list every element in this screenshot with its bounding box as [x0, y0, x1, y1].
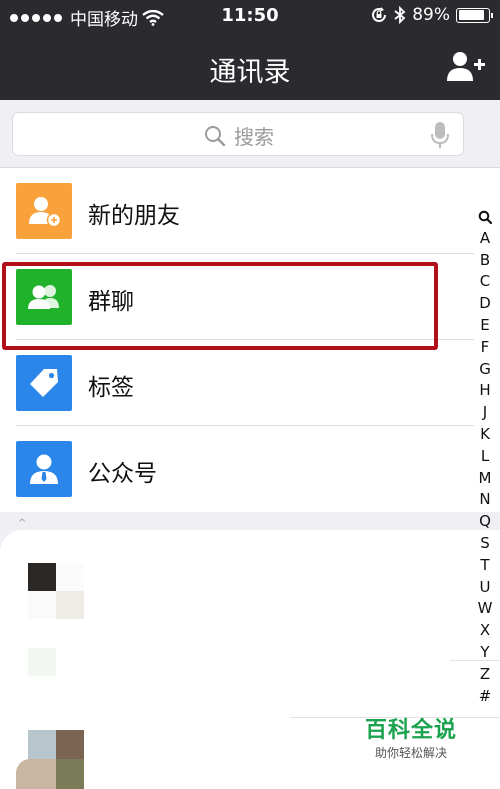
- index-letter[interactable]: Y: [474, 642, 496, 664]
- contact-avatar[interactable]: [28, 563, 84, 619]
- index-letter[interactable]: U: [474, 577, 496, 599]
- search-icon: [205, 125, 226, 146]
- official-account-icon: [16, 441, 72, 497]
- index-letter[interactable]: B: [474, 250, 496, 272]
- index-letter[interactable]: G: [474, 359, 496, 381]
- nav-bar: 通讯录: [0, 32, 500, 100]
- new-friends-icon: [16, 183, 72, 239]
- contact-avatar[interactable]: [28, 648, 56, 676]
- watermark-subtitle: 助你轻松解决: [374, 746, 447, 760]
- index-letter[interactable]: A: [474, 228, 496, 250]
- index-letter[interactable]: #: [474, 686, 496, 708]
- tag-icon: [16, 355, 72, 411]
- index-letter[interactable]: M: [474, 468, 496, 490]
- index-letter[interactable]: Z: [474, 664, 496, 686]
- index-letter[interactable]: K: [474, 424, 496, 446]
- battery-icon: [456, 7, 493, 23]
- index-letter[interactable]: Q: [474, 511, 496, 533]
- index-letter[interactable]: C: [474, 271, 496, 293]
- index-letter[interactable]: N: [474, 489, 496, 511]
- battery-percent: 89%: [412, 5, 450, 25]
- menu-item-new-friends[interactable]: 新的朋友: [0, 168, 500, 254]
- index-letter[interactable]: T: [474, 555, 496, 577]
- microphone-icon[interactable]: [431, 121, 449, 149]
- page-title: 通讯录: [209, 57, 291, 88]
- menu-item-label: 标签: [88, 375, 134, 401]
- index-letter[interactable]: F: [474, 337, 496, 359]
- status-bar: 中国移动 11:50 89%: [0, 0, 500, 32]
- alphabet-index[interactable]: A B C D E F G H J K L M N Q S T U W X Y …: [474, 206, 496, 707]
- index-letter[interactable]: J: [474, 402, 496, 424]
- index-letter[interactable]: L: [474, 446, 496, 468]
- menu-item-official-accounts[interactable]: 公众号: [0, 426, 500, 512]
- rotation-lock-icon: [372, 7, 387, 22]
- highlight-box: [2, 262, 438, 350]
- index-search-icon[interactable]: [474, 206, 496, 228]
- search-bar: 搜索: [0, 100, 500, 168]
- watermark: 百科全说 助你轻松解决: [356, 712, 466, 761]
- menu-item-tags[interactable]: 标签: [0, 340, 500, 426]
- contact-avatar[interactable]: [16, 730, 84, 789]
- add-contact-icon[interactable]: [446, 50, 486, 82]
- watermark-title: 百科全说: [364, 718, 457, 743]
- index-letter[interactable]: H: [474, 380, 496, 402]
- search-placeholder: 搜索: [234, 125, 274, 149]
- section-marker: ^: [18, 518, 27, 529]
- menu-item-label: 新的朋友: [88, 203, 180, 229]
- index-letter[interactable]: D: [474, 293, 496, 315]
- bluetooth-icon: [394, 6, 406, 24]
- index-letter[interactable]: S: [474, 533, 496, 555]
- menu-item-label: 公众号: [88, 461, 157, 487]
- index-letter[interactable]: W: [474, 598, 496, 620]
- index-letter[interactable]: X: [474, 620, 496, 642]
- index-letter[interactable]: E: [474, 315, 496, 337]
- search-input[interactable]: 搜索: [12, 112, 464, 156]
